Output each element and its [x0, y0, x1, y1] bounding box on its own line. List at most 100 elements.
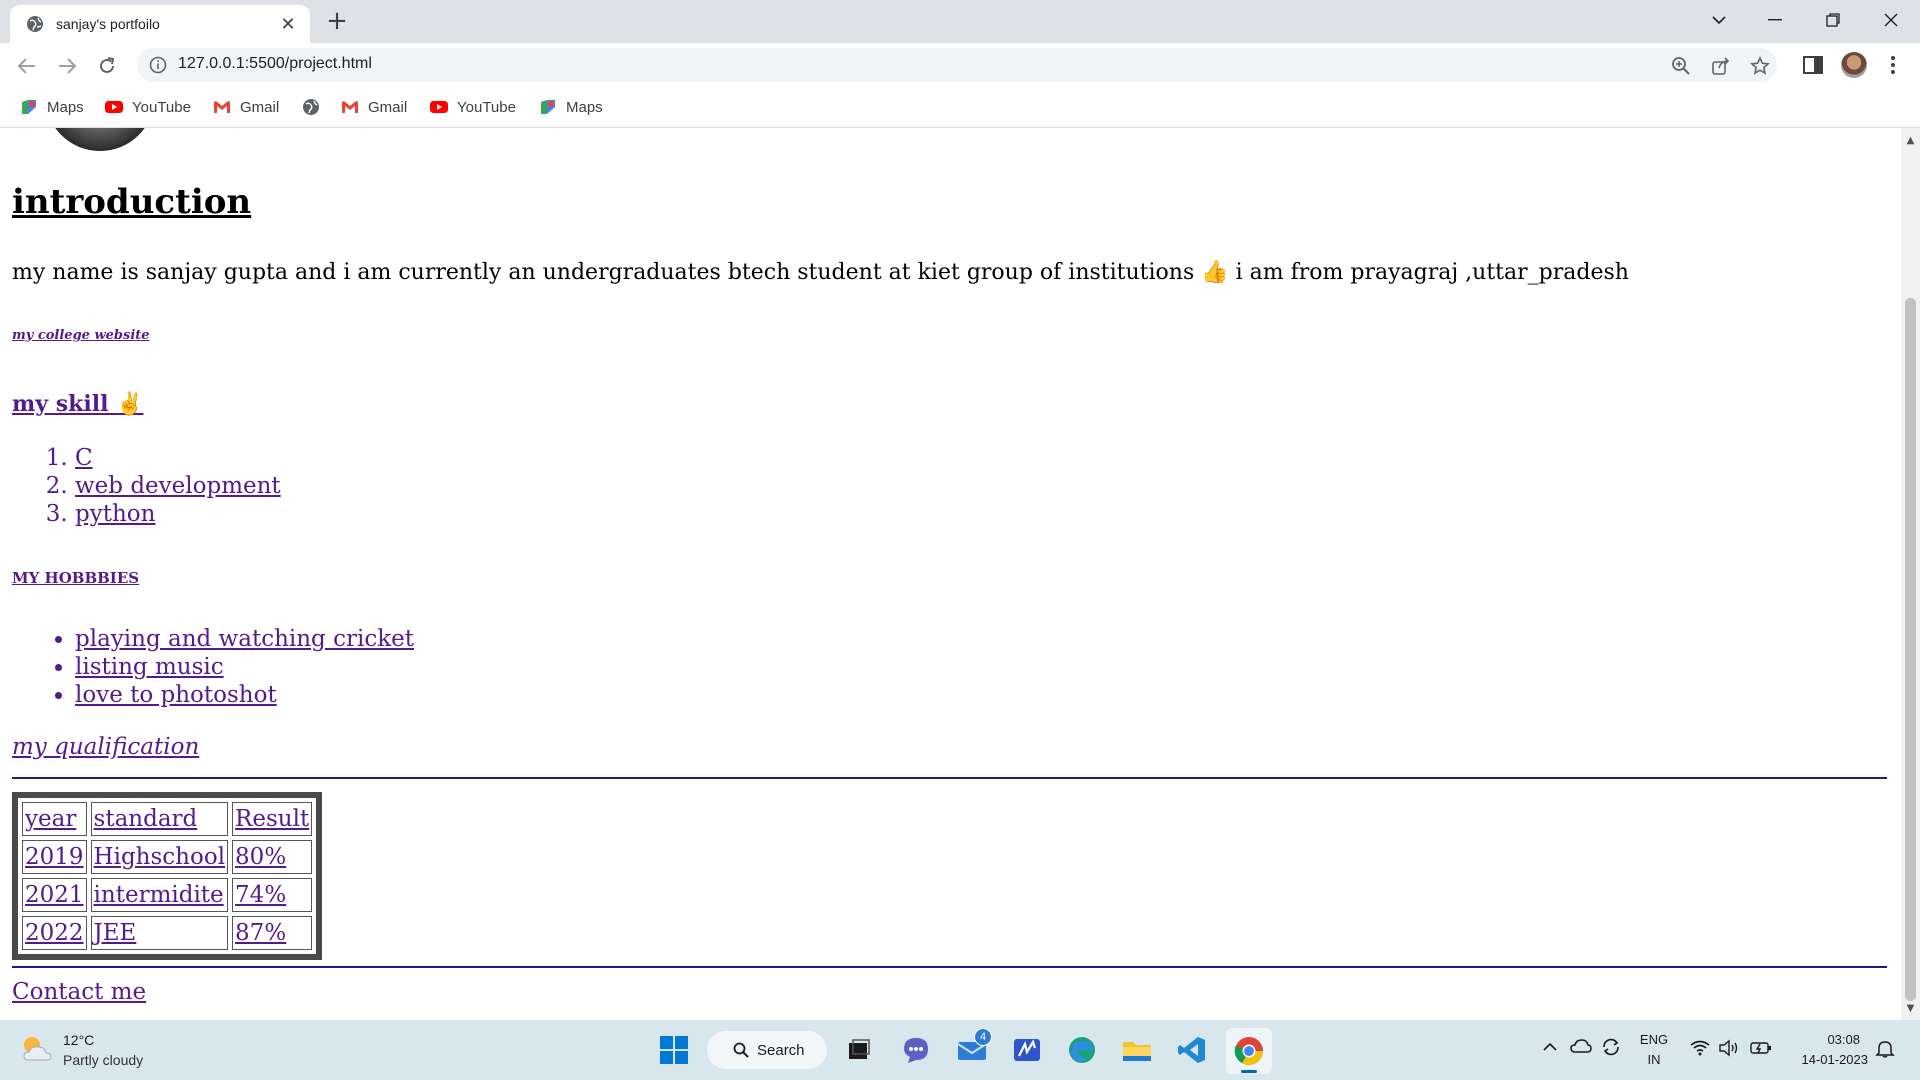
- clock-time[interactable]: 03:08: [1780, 1032, 1860, 1047]
- table-cell: 2019: [22, 840, 87, 874]
- table-cell: 2022: [22, 916, 87, 950]
- bookmark-gmail[interactable]: Gmail: [213, 96, 279, 118]
- tab-search-icon[interactable]: [1690, 0, 1748, 40]
- table-header-cell: standard: [90, 802, 229, 836]
- table-row: 2022 JEE 87%: [22, 916, 313, 950]
- bookmark-globe[interactable]: [302, 96, 329, 118]
- restore-icon[interactable]: [1804, 0, 1862, 40]
- reload-button[interactable]: [92, 51, 122, 81]
- browser-tab[interactable]: sanjay's portfoilo ✕: [10, 5, 310, 43]
- bookmark-star-icon[interactable]: [1750, 56, 1770, 76]
- mail-badge: 4: [974, 1028, 992, 1046]
- contact-link[interactable]: Contact me: [12, 979, 146, 1005]
- table-cell: intermidite: [90, 878, 229, 912]
- hobbies-list: playing and watching cricket listing mus…: [12, 625, 414, 709]
- skill-link-python[interactable]: python: [75, 501, 155, 527]
- address-bar[interactable]: 127.0.0.1:5500/project.html: [137, 48, 1777, 82]
- file-explorer-icon[interactable]: [1121, 1034, 1153, 1066]
- scrollbar-thumb[interactable]: [1905, 298, 1916, 1001]
- table-header-cell: Result: [232, 802, 313, 836]
- scroll-down-icon[interactable]: ▼: [1905, 1003, 1916, 1014]
- table-cell: JEE: [90, 916, 229, 950]
- chrome-icon: [1234, 1037, 1263, 1065]
- url-text[interactable]: 127.0.0.1:5500/project.html: [178, 55, 372, 73]
- volume-icon[interactable]: [1718, 1039, 1740, 1057]
- bookmarks-bar: Maps YouTube Gmail Gmail YouTube Maps: [0, 88, 1920, 128]
- globe-icon: [27, 16, 43, 32]
- notification-bell-icon[interactable]: [1875, 1039, 1895, 1059]
- youtube-icon: [105, 101, 123, 113]
- menu-kebab-icon[interactable]: [1882, 54, 1904, 76]
- table-cell: 74%: [232, 878, 313, 912]
- weather-icon[interactable]: [18, 1032, 56, 1066]
- bookmark-maps-2[interactable]: Maps: [539, 96, 603, 118]
- hobby-item: listing music: [75, 653, 414, 681]
- hobby-item: playing and watching cricket: [75, 625, 414, 653]
- minimize-icon[interactable]: [1746, 0, 1804, 40]
- youtube-icon: [430, 101, 448, 113]
- hobby-link-music[interactable]: listing music: [75, 654, 224, 680]
- skill-item: C: [75, 444, 281, 472]
- weather-temperature: 12°C: [63, 1032, 95, 1048]
- bookmark-gmail-2[interactable]: Gmail: [341, 96, 407, 118]
- mail-app[interactable]: 4: [956, 1028, 992, 1068]
- onedrive-icon[interactable]: [1570, 1038, 1592, 1054]
- table-row: 2021 intermidite 74%: [22, 878, 313, 912]
- wifi-icon[interactable]: [1690, 1040, 1710, 1056]
- bookmark-youtube-2[interactable]: YouTube: [430, 96, 516, 118]
- table-cell: 87%: [232, 916, 313, 950]
- battery-icon[interactable]: [1750, 1040, 1772, 1056]
- chat-icon[interactable]: [900, 1034, 932, 1066]
- skills-heading-link[interactable]: my skill ✌️: [12, 391, 143, 417]
- hobby-link-cricket[interactable]: playing and watching cricket: [75, 626, 414, 652]
- language-region[interactable]: IN: [1636, 1052, 1672, 1067]
- profile-avatar[interactable]: [1841, 52, 1867, 78]
- qualification-link[interactable]: my qualification: [12, 734, 199, 760]
- language-eng[interactable]: ENG: [1636, 1032, 1672, 1047]
- table-header-cell: year: [22, 802, 87, 836]
- maps-icon: [541, 100, 555, 114]
- tab-title: sanjay's portfoilo: [56, 16, 160, 32]
- share-icon[interactable]: [1711, 56, 1731, 76]
- close-tab-icon[interactable]: ✕: [278, 14, 298, 35]
- skill-link-c[interactable]: C: [75, 445, 93, 471]
- globe-icon: [303, 99, 319, 115]
- qualification-table: year standard Result 2019 Highschool 80%…: [12, 792, 323, 960]
- vscode-icon[interactable]: [1176, 1034, 1208, 1066]
- table-cell: 2021: [22, 878, 87, 912]
- page-viewport: introduction my name is sanjay gupta and…: [0, 128, 1901, 1020]
- zoom-icon[interactable]: [1671, 56, 1691, 76]
- gmail-icon: [214, 101, 230, 113]
- whiteboard-icon[interactable]: [1011, 1034, 1043, 1066]
- task-view-icon[interactable]: [843, 1034, 875, 1066]
- skill-item: python: [75, 500, 281, 528]
- bookmark-youtube[interactable]: YouTube: [105, 96, 191, 118]
- weather-description: Partly cloudy: [63, 1052, 144, 1068]
- side-panel-icon[interactable]: [1802, 54, 1824, 76]
- hobbies-heading-link[interactable]: MY HOBBBIES: [12, 569, 139, 587]
- scroll-up-icon[interactable]: ▲: [1905, 135, 1916, 146]
- hobby-item: love to photoshot: [75, 681, 414, 709]
- page-scrollbar[interactable]: ▲ ▼: [1901, 128, 1920, 1020]
- divider-top: [12, 777, 1887, 779]
- sync-icon[interactable]: [1600, 1036, 1622, 1058]
- taskbar-search[interactable]: Search: [707, 1031, 827, 1069]
- chrome-taskbar-active[interactable]: [1226, 1028, 1272, 1074]
- edge-icon[interactable]: [1066, 1034, 1098, 1066]
- windows-start-icon[interactable]: [658, 1034, 690, 1066]
- intro-paragraph: my name is sanjay gupta and i am current…: [12, 260, 1629, 285]
- site-info-icon[interactable]: [149, 56, 167, 74]
- skill-link-web-development[interactable]: web development: [75, 473, 281, 499]
- hobby-link-photoshot[interactable]: love to photoshot: [75, 682, 277, 708]
- forward-button[interactable]: [52, 51, 82, 81]
- search-label: Search: [757, 1041, 805, 1059]
- close-window-icon[interactable]: [1862, 0, 1920, 40]
- table-cell: 80%: [232, 840, 313, 874]
- bookmark-maps[interactable]: Maps: [20, 96, 84, 118]
- college-website-link[interactable]: my college website: [12, 328, 150, 343]
- back-button[interactable]: [12, 51, 42, 81]
- table-cell: Highschool: [90, 840, 229, 874]
- new-tab-button[interactable]: +: [322, 6, 352, 36]
- chevron-up-icon[interactable]: [1543, 1042, 1557, 1052]
- clock-date[interactable]: 14-01-2023: [1780, 1052, 1869, 1067]
